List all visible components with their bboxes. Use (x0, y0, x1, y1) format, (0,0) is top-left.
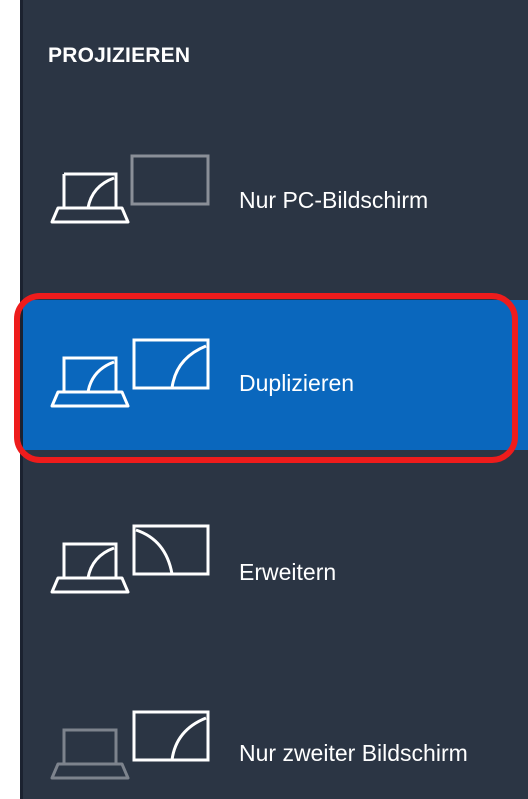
option-label: Erweitern (239, 559, 337, 585)
option-extend[interactable]: Erweitern (20, 498, 528, 648)
option-label: Duplizieren (239, 370, 355, 396)
option-label: Nur PC-Bildschirm (239, 187, 429, 213)
panel-title: PROJIZIEREN (48, 44, 191, 67)
duplicate-icon (50, 338, 210, 408)
project-panel: PROJIZIEREN Nur PC-Bildschirm Dupliziere… (20, 0, 528, 799)
option-second-screen-only[interactable]: Nur zweiter Bildschirm (20, 678, 528, 799)
extend-icon (50, 524, 210, 594)
option-label: Nur zweiter Bildschirm (239, 740, 468, 766)
option-pc-screen-only[interactable]: Nur PC-Bildschirm (20, 122, 528, 272)
option-duplicate[interactable]: Duplizieren (20, 300, 528, 450)
second-screen-only-icon (50, 710, 210, 780)
pc-screen-only-icon (50, 154, 210, 224)
panel-edge (20, 0, 23, 799)
